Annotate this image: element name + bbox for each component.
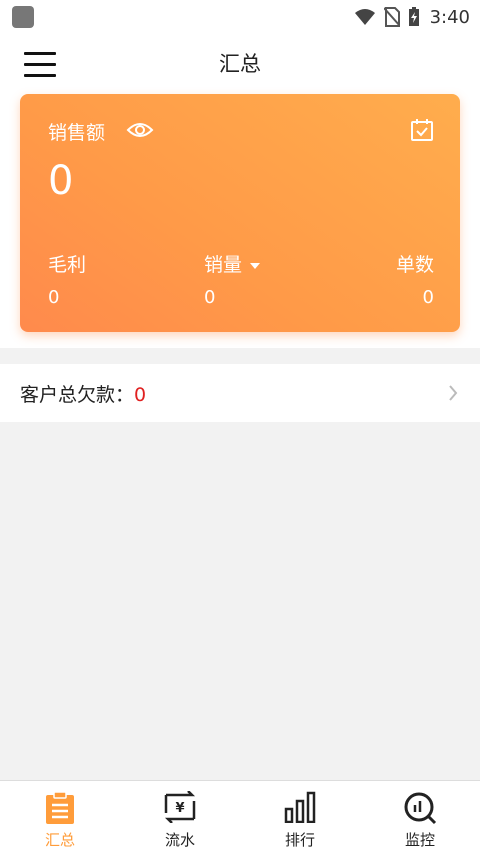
metric-gross-profit: 毛利 0 — [48, 250, 86, 308]
app-notification-icon — [12, 6, 34, 28]
status-time: 3:40 — [429, 6, 470, 28]
svg-text:¥: ¥ — [175, 801, 184, 816]
nav-label: 流水 — [164, 831, 195, 849]
calendar-icon[interactable] — [410, 118, 434, 142]
caret-down-icon[interactable] — [250, 262, 261, 269]
nav-ranking[interactable]: 排行 — [240, 781, 360, 854]
sales-label: 销售额 — [48, 122, 106, 144]
metric-sales-quantity: 销量 0 — [204, 250, 261, 308]
nav-label: 排行 — [284, 831, 315, 849]
yuan-exchange-icon: ¥ — [164, 791, 196, 823]
metric-label: 单数 — [395, 254, 434, 276]
metric-value: 0 — [48, 287, 60, 308]
nav-monitor[interactable]: 监控 — [360, 781, 480, 854]
debt-label-text: 客户总欠款： — [20, 384, 135, 406]
customer-debt-label: 客户总欠款：0 — [20, 380, 146, 407]
customer-debt-value: 0 — [134, 384, 147, 406]
sales-summary-card: 销售额 0 毛利 0 销量 0 单数 0 — [20, 94, 460, 332]
chevron-right-icon — [449, 385, 458, 401]
wifi-icon — [354, 9, 375, 25]
no-sim-icon — [383, 7, 400, 27]
customer-debt-row[interactable]: 客户总欠款：0 — [0, 364, 480, 422]
eye-icon[interactable] — [126, 120, 154, 140]
app-bar: 汇总 — [0, 34, 480, 92]
metric-value: 0 — [422, 287, 434, 308]
metric-label: 销量 — [204, 254, 243, 276]
metric-order-count: 单数 0 — [396, 250, 434, 308]
metric-label: 毛利 — [48, 254, 87, 276]
status-icons: 3:40 — [354, 5, 470, 29]
page-title: 汇总 — [219, 52, 261, 76]
bar-chart-icon — [284, 791, 316, 823]
nav-label: 汇总 — [44, 831, 75, 849]
status-bar: 3:40 — [0, 0, 480, 34]
clipboard-icon — [46, 791, 74, 824]
sales-value: 0 — [48, 158, 74, 204]
nav-summary[interactable]: 汇总 — [0, 781, 120, 854]
monitor-search-icon — [404, 792, 437, 825]
battery-charging-icon — [408, 7, 419, 26]
metric-value: 0 — [204, 287, 216, 308]
nav-transactions[interactable]: ¥ 流水 — [120, 781, 240, 854]
nav-label: 监控 — [404, 831, 435, 849]
bottom-navigation: 汇总 ¥ 流水 排行 监控 — [0, 780, 480, 854]
